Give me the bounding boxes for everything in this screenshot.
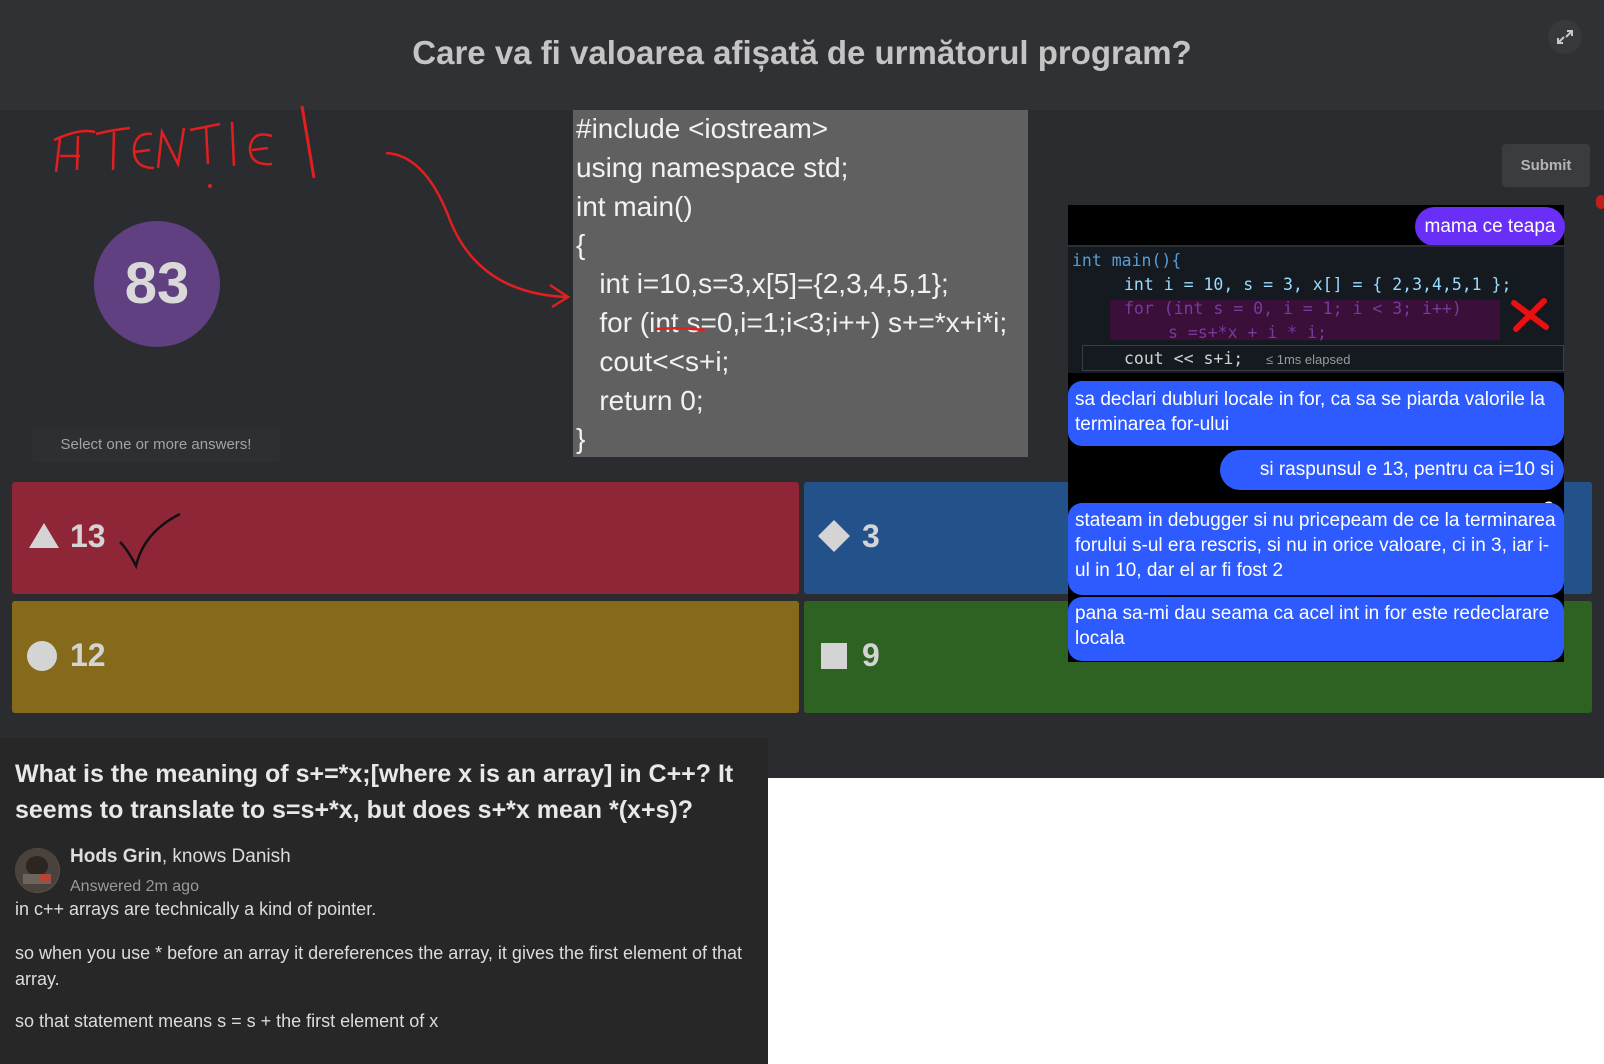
quiz-screen: Care va fi valoarea afișată de următorul…	[0, 0, 1604, 778]
chat-message: mama ce teapa	[1415, 207, 1565, 246]
answer-label: 3	[862, 518, 880, 554]
code-line: return 0;	[576, 384, 704, 416]
code-line: #include <iostream>	[576, 113, 829, 144]
avatar-image	[15, 848, 59, 892]
ide-code-line: int main(){	[1072, 251, 1182, 270]
circle-icon	[27, 641, 57, 671]
chat-overlay: mama ce teapa int main(){ int i = 10, s …	[1068, 205, 1565, 662]
code-line: for (int s=0,i=1;i<3;i++) s+=*x+i*i;	[576, 306, 1008, 338]
code-line: int main()	[576, 190, 693, 222]
fullscreen-icon	[1557, 30, 1573, 44]
submit-button[interactable]: Submit	[1502, 144, 1590, 187]
chat-message: stateam in debugger si nu pricepeam de c…	[1068, 503, 1564, 595]
code-line: cout<<s+i;	[576, 345, 730, 377]
atentie-handwritten-annotation	[53, 105, 316, 188]
code-line: int i=10,s=3,x[5]={2,3,4,5,1};	[576, 268, 949, 300]
qa-question-title[interactable]: What is the meaning of s+=*x;[where x is…	[15, 756, 760, 828]
code-line: using namespace std;	[576, 151, 849, 183]
ide-code-line: int i = 10, s = 3, x[] = { 2,3,4,5,1 };	[1124, 275, 1512, 294]
answer-label: 12	[70, 637, 106, 673]
red-marker	[1596, 195, 1604, 209]
diamond-icon	[818, 520, 850, 552]
avatar[interactable]	[15, 848, 60, 893]
triangle-icon	[29, 523, 59, 548]
answer-option-13[interactable]: 13	[12, 482, 799, 594]
ide-code-line: s =s+*x + i * i;	[1168, 323, 1327, 342]
answer-paragraph: so that statement means s = s + the firs…	[15, 1011, 439, 1031]
code-line: {	[576, 229, 586, 261]
question-title: Care va fi valoarea afișată de următorul…	[412, 34, 1192, 71]
ide-code-line: cout << s+i;	[1124, 349, 1244, 368]
elapsed-label: ≤ 1ms elapsed	[1266, 352, 1351, 367]
answered-timestamp[interactable]: Answered 2m ago	[70, 878, 199, 896]
select-hint: Select one or more answers!	[32, 428, 280, 462]
code-line: }	[576, 423, 586, 455]
answer-paragraph: in c++ arrays are technically a kind of …	[15, 899, 377, 919]
answer-label: 13	[70, 518, 106, 554]
answer-paragraph: so when you use * before an array it der…	[15, 943, 743, 989]
answer-option-12[interactable]: 12	[12, 601, 799, 713]
chat-message: sa declari dubluri locale in for, ca sa …	[1068, 381, 1564, 446]
checkmark-annotation	[119, 512, 181, 570]
red-underline-annotation	[655, 326, 705, 332]
debugger-screenshot: int main(){ int i = 10, s = 3, x[] = { 2…	[1068, 245, 1564, 373]
arrow-annotation	[385, 151, 571, 309]
countdown-timer: 83	[94, 221, 220, 347]
square-icon	[821, 643, 847, 669]
author-name[interactable]: Hods Grin	[70, 846, 162, 867]
ide-code-line: for (int s = 0, i = 1; i < 3; i++)	[1124, 299, 1462, 318]
qa-answer-card: What is the meaning of s+=*x;[where x is…	[0, 738, 768, 1064]
author-credential: , knows Danish	[161, 846, 291, 867]
fullscreen-button[interactable]	[1548, 20, 1582, 54]
question-header: Care va fi valoarea afișată de următorul…	[0, 0, 1604, 110]
red-x-icon	[1511, 298, 1549, 332]
chat-message: pana sa-mi dau seama ca acel int in for …	[1068, 597, 1564, 661]
answer-label: 9	[862, 637, 880, 673]
chat-message: si raspunsul e 13, pentru ca i=10 si s=3	[1220, 450, 1564, 520]
code-image: #include <iostream> using namespace std;…	[573, 110, 1028, 457]
